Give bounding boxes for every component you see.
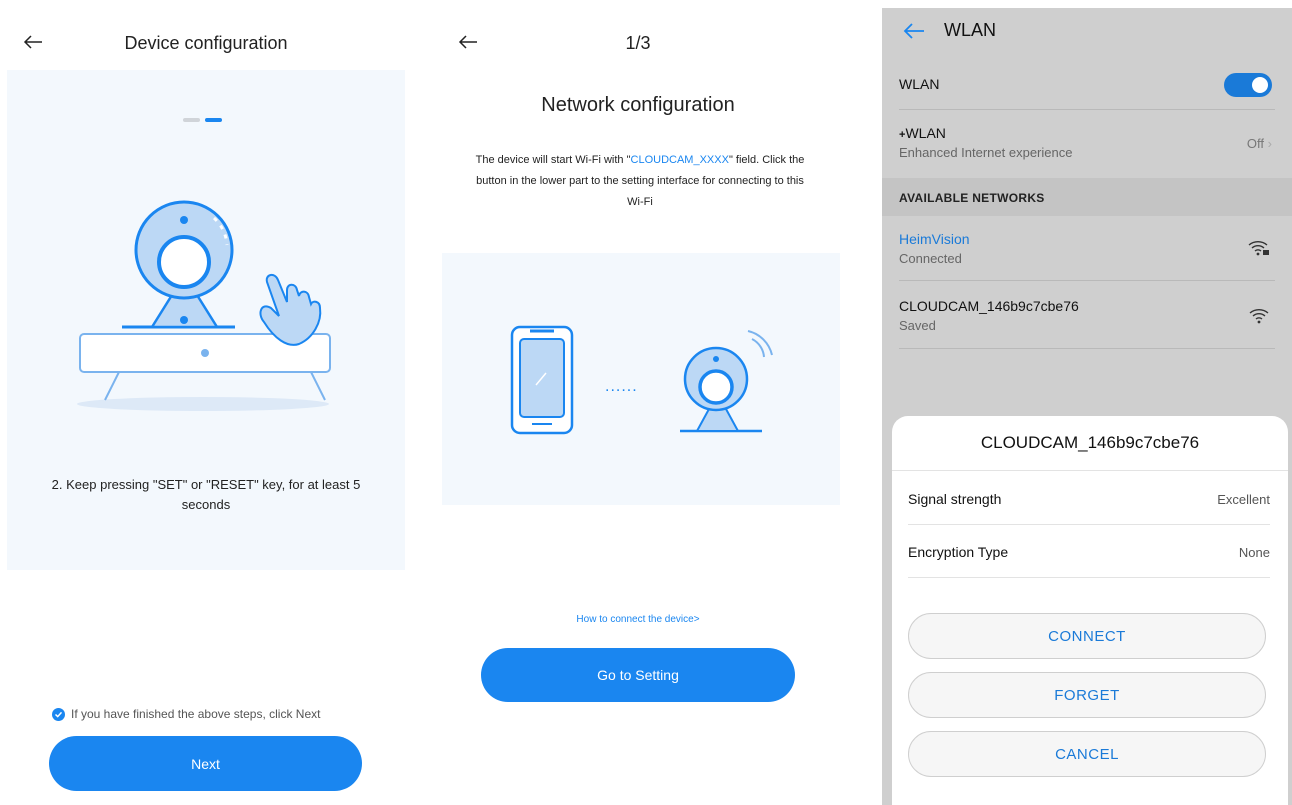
section-heading: Network configuration — [541, 94, 735, 116]
connection-dots: ...... — [605, 378, 638, 395]
wlan-plus-value[interactable]: Off › — [1247, 136, 1272, 151]
row-value: Excellent — [1217, 492, 1270, 507]
wifi-lock-icon — [1248, 241, 1269, 256]
network-name: CLOUDCAM_146b9c7cbe76 — [899, 298, 1079, 314]
confirm-line[interactable]: If you have finished the above steps, cl… — [52, 707, 320, 721]
page-title: WLAN — [944, 20, 997, 40]
divider — [908, 577, 1270, 578]
wlan-toggle-row[interactable]: WLAN — [899, 76, 1275, 92]
wlan-settings-screen: WLAN WLAN +WLAN Enhanced Internet experi… — [882, 0, 1292, 805]
wifi-icon — [1249, 309, 1269, 324]
confirm-text: If you have finished the above steps, cl… — [71, 707, 321, 721]
wlan-header: WLAN — [882, 8, 1292, 54]
network-name: HeimVision — [899, 231, 970, 247]
section-header: AVAILABLE NETWORKS — [882, 178, 1292, 216]
signal-strength-row: Signal strength Excellent — [908, 491, 1270, 507]
divider — [899, 280, 1275, 281]
progress-dots — [183, 118, 222, 122]
wlan-plus-label: +WLAN — [899, 125, 1275, 141]
ssid-highlight: CLOUDCAM_XXXX — [630, 154, 729, 166]
divider — [899, 109, 1275, 110]
row-label: Encryption Type — [908, 544, 1009, 560]
encryption-type-row: Encryption Type None — [908, 544, 1270, 560]
desc-prefix: The device will start Wi-Fi with " — [475, 154, 631, 166]
network-status: Saved — [899, 318, 936, 333]
go-to-setting-button[interactable]: Go to Setting — [481, 648, 795, 702]
dialog-title: CLOUDCAM_146b9c7cbe76 — [980, 433, 1200, 452]
camera-reset-illustration — [77, 200, 331, 411]
device-configuration-screen: Device configuration 2. Keep pressing "S… — [0, 0, 412, 805]
network-status: Connected — [899, 251, 962, 266]
progress-dot-1 — [183, 118, 200, 122]
row-value: None — [1238, 545, 1270, 560]
row-label: Signal strength — [908, 491, 1002, 507]
connect-button[interactable]: CONNECT — [908, 613, 1266, 659]
back-arrow-icon[interactable] — [902, 20, 926, 42]
network-configuration-screen: 1/3 Network configuration The device wil… — [432, 0, 844, 805]
wlan-plus-subtitle: Enhanced Internet experience — [899, 145, 1073, 160]
section-label: AVAILABLE NETWORKS — [899, 191, 1045, 205]
step-counter: 1/3 — [625, 33, 651, 53]
divider — [892, 470, 1288, 471]
illustration-card: ...... — [442, 253, 840, 505]
divider — [908, 524, 1270, 525]
wlan-plus-value-text: Off — [1246, 136, 1265, 151]
wlan-plus-label-text: WLAN — [905, 125, 946, 141]
page-title: Device configuration — [124, 33, 288, 53]
instruction-text: 2. Keep pressing "SET" or "RESET" key, f… — [51, 477, 361, 512]
next-button[interactable]: Next — [49, 736, 362, 791]
check-circle-icon[interactable] — [52, 707, 65, 721]
how-to-connect-link[interactable]: How to connect the device> — [432, 614, 844, 625]
network-item[interactable]: CLOUDCAM_146b9c7cbe76 Saved — [899, 298, 1275, 333]
network-item[interactable]: HeimVision Connected — [899, 231, 1275, 266]
forget-button[interactable]: FORGET — [908, 672, 1266, 718]
network-details-dialog: CLOUDCAM_146b9c7cbe76 Signal strength Ex… — [892, 416, 1288, 805]
chevron-right-icon: › — [1267, 136, 1272, 151]
wlan-plus-row[interactable]: +WLAN Enhanced Internet experience — [899, 125, 1275, 160]
illustration-card: 2. Keep pressing "SET" or "RESET" key, f… — [7, 70, 405, 570]
cancel-button[interactable]: CANCEL — [908, 731, 1266, 777]
wlan-label: WLAN — [899, 76, 940, 92]
wlan-toggle-switch[interactable] — [1224, 73, 1272, 97]
divider — [899, 348, 1275, 349]
progress-dot-2 — [205, 118, 222, 122]
phone-to-camera-illustration: ...... — [510, 325, 773, 435]
description-text: The device will start Wi-Fi with "CLOUDC… — [472, 150, 808, 213]
